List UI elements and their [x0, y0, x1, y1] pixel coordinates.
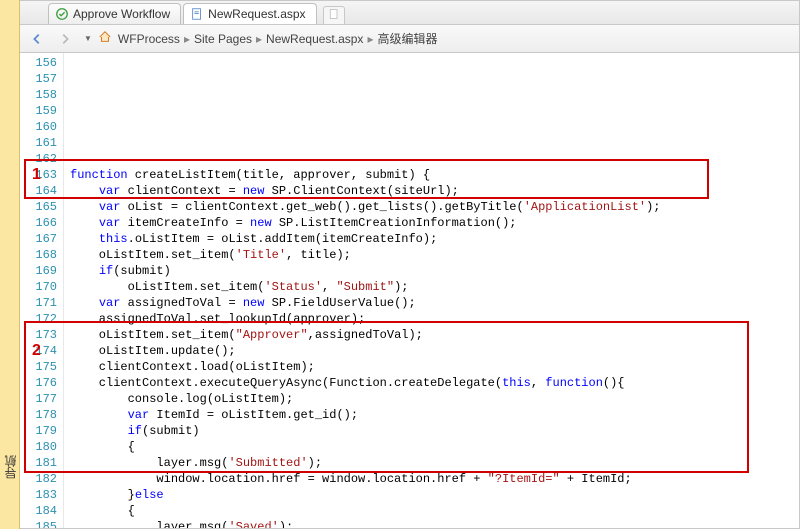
line-number: 159 — [20, 103, 57, 119]
line-number: 183 — [20, 487, 57, 503]
code-line[interactable]: clientContext.executeQueryAsync(Function… — [70, 375, 799, 391]
tab-newrequest[interactable]: NewRequest.aspx — [183, 3, 316, 24]
home-icon[interactable] — [98, 30, 112, 47]
check-icon — [55, 7, 69, 21]
code-line[interactable]: layer.msg('Saved'); — [70, 519, 799, 528]
breadcrumb-item[interactable]: 高级编辑器 — [377, 30, 437, 47]
code-line[interactable]: layer.msg('Submitted'); — [70, 455, 799, 471]
code-line[interactable]: }else — [70, 487, 799, 503]
line-number: 180 — [20, 439, 57, 455]
chevron-right-icon: ▸ — [256, 32, 262, 46]
line-number: 171 — [20, 295, 57, 311]
code-line[interactable] — [70, 151, 799, 167]
code-editor[interactable]: 1561571581591601611621631641651661671681… — [20, 53, 799, 528]
line-number: 166 — [20, 215, 57, 231]
code-area[interactable]: 1 2 function createListItem(title, appro… — [64, 53, 799, 528]
code-line[interactable]: if(submit) — [70, 263, 799, 279]
line-number: 170 — [20, 279, 57, 295]
line-number: 175 — [20, 359, 57, 375]
code-line[interactable]: oListItem.update(); — [70, 343, 799, 359]
line-number: 185 — [20, 519, 57, 528]
line-number: 169 — [20, 263, 57, 279]
forward-button[interactable] — [54, 28, 76, 50]
line-number: 176 — [20, 375, 57, 391]
line-number: 177 — [20, 391, 57, 407]
history-dropdown-icon[interactable]: ▼ — [84, 34, 92, 43]
page-icon — [190, 7, 204, 21]
code-line[interactable]: this.oListItem = oList.addItem(itemCreat… — [70, 231, 799, 247]
code-line[interactable]: var assignedToVal = new SP.FieldUserValu… — [70, 295, 799, 311]
code-line[interactable]: var itemCreateInfo = new SP.ListItemCrea… — [70, 215, 799, 231]
line-number: 158 — [20, 87, 57, 103]
line-number: 165 — [20, 199, 57, 215]
new-tab-button[interactable] — [323, 6, 345, 24]
nav-sidebar[interactable]: 导航 — [0, 0, 20, 529]
line-number: 168 — [20, 247, 57, 263]
breadcrumb-item[interactable]: WFProcess — [118, 32, 180, 46]
line-number: 167 — [20, 231, 57, 247]
code-line[interactable]: { — [70, 503, 799, 519]
line-number: 173 — [20, 327, 57, 343]
line-number: 172 — [20, 311, 57, 327]
line-number: 181 — [20, 455, 57, 471]
app-frame: 导航 Approve Workflow NewRequest.aspx — [0, 0, 800, 529]
code-line[interactable]: assignedToVal.set_lookupId(approver); — [70, 311, 799, 327]
code-line[interactable]: oListItem.set_item('Status', "Submit"); — [70, 279, 799, 295]
breadcrumb-item[interactable]: NewRequest.aspx — [266, 32, 363, 46]
code-line[interactable]: var clientContext = new SP.ClientContext… — [70, 183, 799, 199]
tab-approve-workflow[interactable]: Approve Workflow — [48, 3, 181, 24]
nav-sidebar-label: 导航 — [2, 455, 19, 479]
breadcrumb: WFProcess ▸ Site Pages ▸ NewRequest.aspx… — [118, 30, 438, 47]
code-line[interactable]: var oList = clientContext.get_web().get_… — [70, 199, 799, 215]
chevron-right-icon: ▸ — [367, 32, 373, 46]
breadcrumb-item[interactable]: Site Pages — [194, 32, 252, 46]
line-number-gutter: 1561571581591601611621631641651661671681… — [20, 53, 64, 528]
tab-bar: Approve Workflow NewRequest.aspx — [20, 1, 799, 25]
chevron-right-icon: ▸ — [184, 32, 190, 46]
line-number: 184 — [20, 503, 57, 519]
line-number: 179 — [20, 423, 57, 439]
code-line[interactable]: oListItem.set_item('Title', title); — [70, 247, 799, 263]
code-line[interactable]: function createListItem(title, approver,… — [70, 167, 799, 183]
tab-label: Approve Workflow — [73, 7, 170, 21]
code-line[interactable]: oListItem.set_item("Approver",assignedTo… — [70, 327, 799, 343]
code-line[interactable]: console.log(oListItem); — [70, 391, 799, 407]
line-number: 161 — [20, 135, 57, 151]
line-number: 164 — [20, 183, 57, 199]
line-number: 182 — [20, 471, 57, 487]
annotation-label-1: 1 — [32, 167, 41, 183]
code-line[interactable]: var ItemId = oListItem.get_id(); — [70, 407, 799, 423]
code-line[interactable]: { — [70, 439, 799, 455]
line-number: 162 — [20, 151, 57, 167]
annotation-label-2: 2 — [32, 343, 41, 359]
line-number: 157 — [20, 71, 57, 87]
line-number: 160 — [20, 119, 57, 135]
code-line[interactable]: window.location.href = window.location.h… — [70, 471, 799, 487]
tab-label: NewRequest.aspx — [208, 7, 305, 21]
code-line[interactable]: if(submit) — [70, 423, 799, 439]
line-number: 156 — [20, 55, 57, 71]
line-number: 178 — [20, 407, 57, 423]
breadcrumb-toolbar: ▼ WFProcess ▸ Site Pages ▸ NewRequest.as… — [20, 25, 799, 53]
new-tab-icon — [328, 8, 340, 23]
main-panel: Approve Workflow NewRequest.aspx ▼ — [20, 0, 800, 529]
back-button[interactable] — [26, 28, 48, 50]
code-line[interactable]: clientContext.load(oListItem); — [70, 359, 799, 375]
